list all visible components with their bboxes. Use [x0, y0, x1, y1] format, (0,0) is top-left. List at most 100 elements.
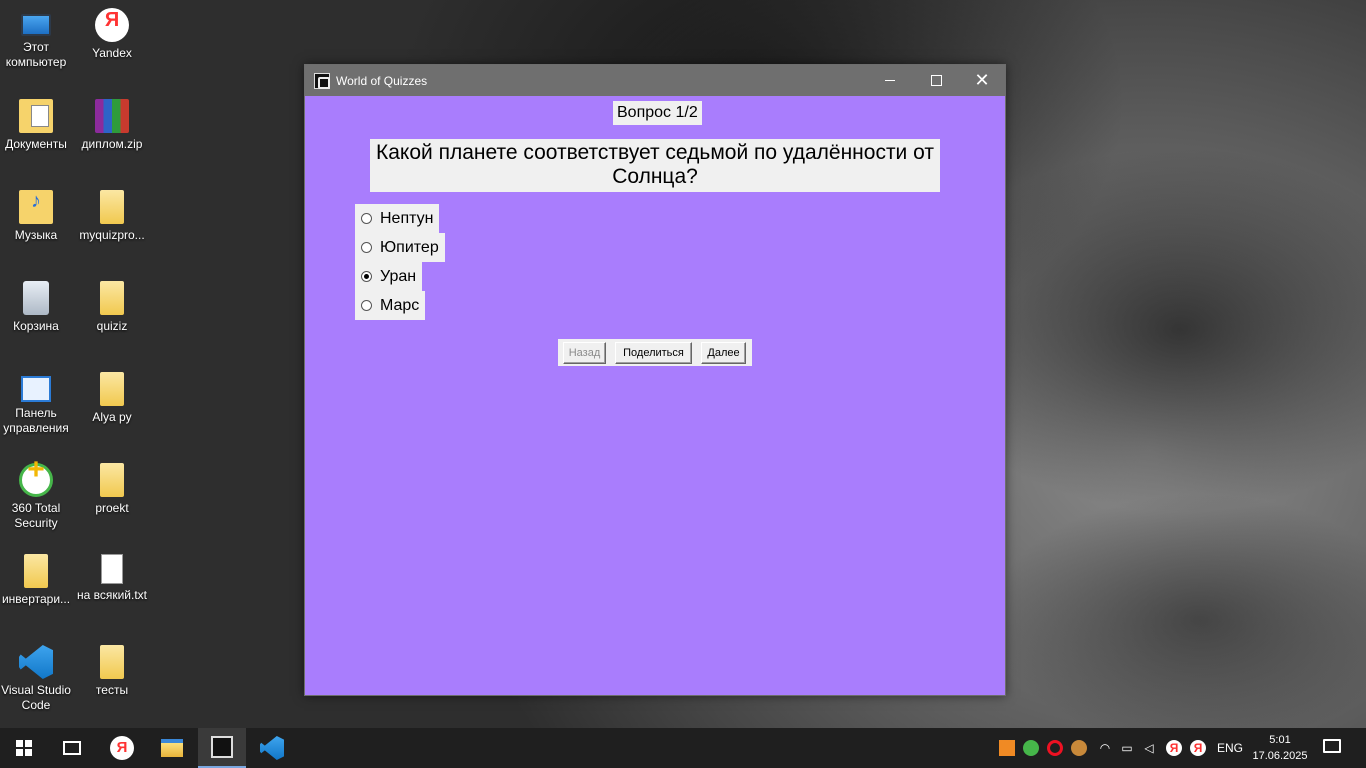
desktop-icon-label: myquizpro...	[79, 228, 145, 242]
vscode-icon	[19, 645, 53, 679]
desktop-icon-text-file[interactable]: на всякий.txt	[74, 554, 150, 603]
share-button[interactable]: Поделиться	[615, 342, 692, 364]
answer-label: Уран	[380, 267, 417, 285]
desktop-icon-proekt[interactable]: proekt	[74, 463, 150, 516]
recycle-bin-icon	[23, 281, 49, 315]
desktop-icon-myquizpro[interactable]: myquizpro...	[74, 190, 150, 243]
antivirus-tray-icon[interactable]	[1023, 740, 1039, 756]
taskbar-vscode[interactable]	[248, 728, 296, 768]
taskbar-quiz-app[interactable]	[198, 728, 246, 768]
antivirus-icon	[19, 462, 53, 497]
answer-option[interactable]: Юпитер	[355, 233, 445, 262]
desktop-icon-quiziz[interactable]: quiziz	[74, 281, 150, 334]
answer-option[interactable]: Нептун	[355, 204, 440, 233]
desktop-icon-tests[interactable]: тесты	[74, 645, 150, 698]
quiz-content: Вопрос 1/2 Какой планете соответствует с…	[305, 96, 1005, 696]
desktop-icon-label: Этот компьютер	[5, 40, 67, 69]
desktop-icon-label: Музыка	[14, 228, 58, 242]
music-folder-icon	[19, 190, 53, 224]
language-indicator[interactable]: ENG	[1217, 741, 1243, 755]
clock[interactable]: 5:01 17.06.2025	[1250, 732, 1310, 764]
window-controls: ✕	[867, 65, 1005, 96]
question-counter: Вопрос 1/2	[613, 101, 702, 125]
desktop-icon-360-total-security[interactable]: 360 Total Security	[0, 462, 74, 531]
desktop-icon-label: Документы	[5, 137, 67, 151]
task-view-button[interactable]	[48, 728, 96, 768]
quiz-app-icon	[211, 736, 233, 758]
desktop-icon-label: 360 Total Security	[11, 501, 61, 530]
radio-button[interactable]	[361, 300, 372, 311]
desktop-icon-label: quiziz	[96, 319, 128, 333]
desktop-icon-label: инвертари...	[1, 592, 71, 606]
folder-icon	[100, 645, 124, 679]
desktop-icon-label: тесты	[95, 683, 129, 697]
maximize-button[interactable]	[913, 65, 959, 96]
task-view-icon	[63, 741, 81, 755]
desktop-icon-vscode[interactable]: Visual Studio Code	[0, 645, 74, 713]
answer-label: Юпитер	[380, 238, 439, 256]
folder-icon	[100, 190, 124, 224]
computer-icon	[21, 14, 51, 36]
control-panel-icon	[21, 376, 51, 402]
app-tray-icon[interactable]	[1071, 740, 1087, 756]
desktop-icon-recycle-bin[interactable]: Корзина	[0, 281, 74, 334]
yandex-browser-icon	[95, 8, 129, 42]
yandex-browser-icon	[110, 736, 134, 760]
clock-time: 5:01	[1269, 734, 1291, 746]
navigation-buttons: Назад Поделиться Далее	[558, 339, 752, 366]
quiz-window: World of Quizzes ✕ Вопрос 1/2 Какой план…	[304, 64, 1006, 696]
media-player-tray-icon[interactable]	[999, 740, 1015, 756]
start-button[interactable]	[0, 728, 48, 768]
folder-icon	[100, 281, 124, 315]
opera-tray-icon[interactable]	[1047, 740, 1063, 756]
yandex-tray-icon[interactable]: Я	[1166, 740, 1182, 756]
desktop-icon-music[interactable]: Музыка	[0, 190, 74, 243]
desktop-icon-label: на всякий.txt	[76, 588, 148, 602]
desktop-icon-documents[interactable]: Документы	[0, 99, 74, 152]
minimize-button[interactable]	[867, 65, 913, 96]
volume-icon[interactable]: ◁	[1141, 740, 1157, 756]
desktop-icon-label: Корзина	[13, 319, 59, 333]
app-icon	[314, 72, 330, 89]
desktop-icon-diploma-zip[interactable]: диплом.zip	[74, 99, 150, 152]
notification-center-icon[interactable]	[1323, 739, 1341, 753]
window-title: World of Quizzes	[336, 73, 428, 88]
winrar-archive-icon	[95, 99, 129, 133]
vscode-icon	[260, 736, 284, 760]
desktop-icon-label: Visual Studio Code	[1, 683, 71, 712]
desktop-icon-label: Панель управления	[3, 406, 69, 435]
windows-logo-icon	[16, 740, 32, 756]
taskbar-file-explorer[interactable]	[148, 728, 196, 768]
radio-button-selected[interactable]	[361, 271, 372, 282]
desktop-icon-alya-py[interactable]: Alya py	[74, 372, 150, 425]
desktop-icon-this-pc[interactable]: Этот компьютер	[0, 8, 74, 70]
folder-icon	[100, 372, 124, 406]
documents-folder-icon	[19, 99, 53, 133]
folder-icon	[100, 463, 124, 497]
answer-option[interactable]: Марс	[355, 291, 426, 320]
radio-button[interactable]	[361, 213, 372, 224]
desktop-icon-inventory[interactable]: инвертари...	[0, 554, 74, 607]
next-button[interactable]: Далее	[701, 342, 746, 364]
desktop-icon-label: Yandex	[92, 46, 132, 60]
battery-icon[interactable]: ▭	[1119, 740, 1135, 756]
window-titlebar[interactable]: World of Quizzes ✕	[305, 65, 1005, 96]
answer-option[interactable]: Уран	[355, 262, 423, 291]
desktop-icon-control-panel[interactable]: Панель управления	[0, 372, 74, 436]
file-explorer-icon	[161, 739, 183, 757]
back-button[interactable]: Назад	[563, 342, 606, 364]
question-text: Какой планете соответствует седьмой по у…	[370, 139, 940, 192]
yandex-tray-icon[interactable]: Я	[1190, 740, 1206, 756]
taskbar: ◠ ▭ ◁ Я Я ENG 5:01 17.06.2025	[0, 728, 1366, 768]
desktop-icon-label: Alya py	[92, 410, 132, 424]
desktop-icon-label: proekt	[95, 501, 129, 515]
close-button[interactable]: ✕	[959, 65, 1005, 96]
text-file-icon	[101, 554, 123, 584]
folder-icon	[24, 554, 48, 588]
desktop-icon-yandex[interactable]: Yandex	[74, 8, 150, 61]
wifi-icon[interactable]: ◠	[1097, 740, 1113, 756]
clock-date: 17.06.2025	[1252, 750, 1308, 762]
answer-label: Марс	[380, 296, 420, 314]
radio-button[interactable]	[361, 242, 372, 253]
taskbar-yandex[interactable]	[98, 728, 146, 768]
